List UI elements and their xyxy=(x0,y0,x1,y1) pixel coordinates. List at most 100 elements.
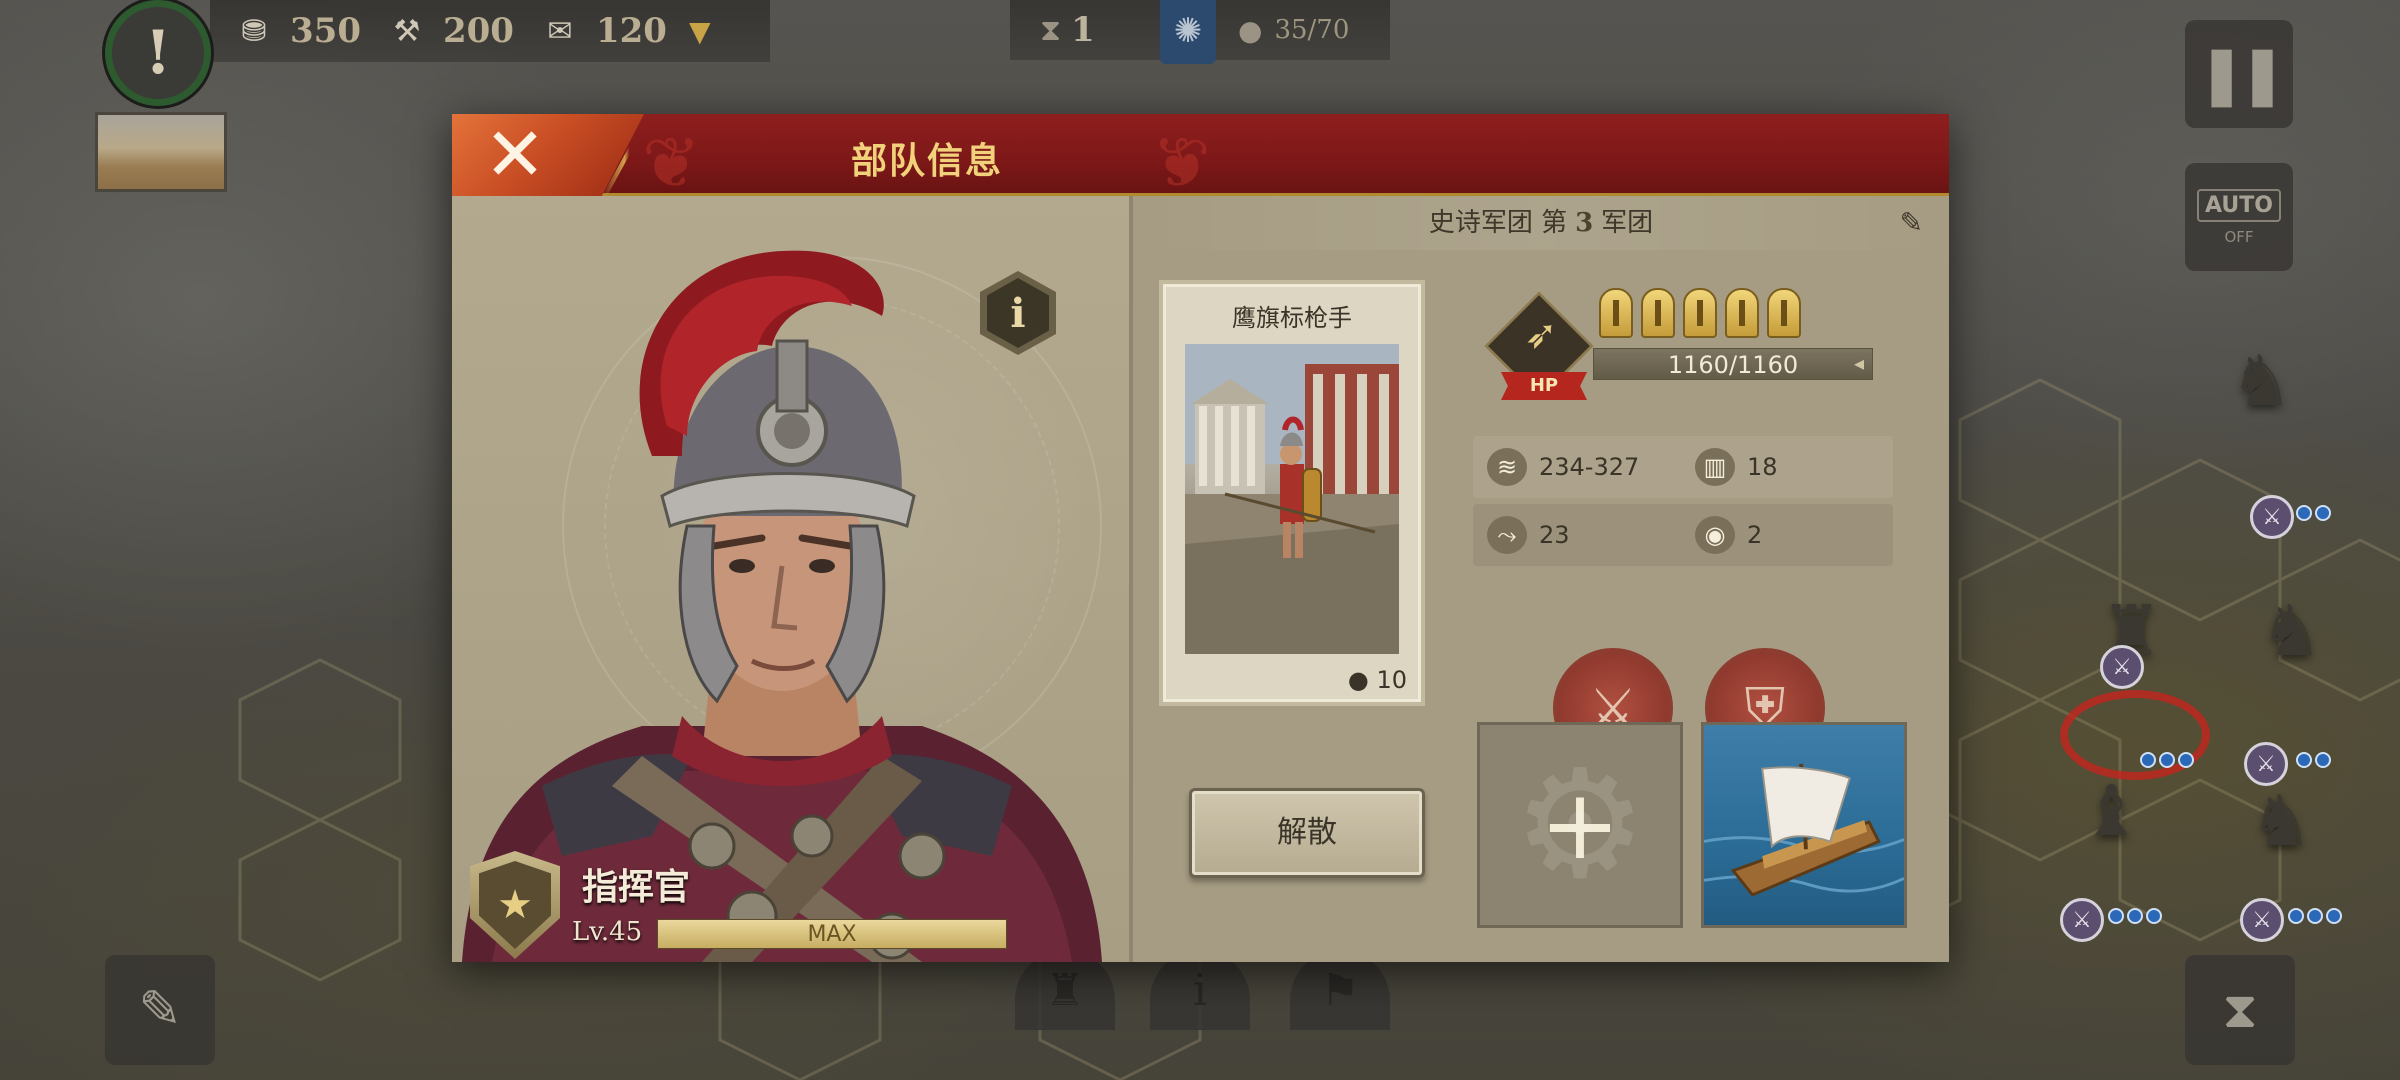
pause-icon: ❚❚ xyxy=(2198,41,2286,107)
stat-attack: ≋ 234-327 xyxy=(1487,448,1639,486)
resource-value: 350 xyxy=(290,11,361,51)
unit-info-dialog: ❦ ❦ 部队信息 ✕ i ★ 指挥官 Lv.45 MAX 史诗军团 第 3 军团… xyxy=(452,114,1949,962)
exclamation-icon: ! xyxy=(144,18,172,88)
stat-value: 2 xyxy=(1747,521,1763,549)
hammer-icon: ⚒ xyxy=(393,13,421,49)
disband-button[interactable]: 解散 xyxy=(1189,788,1425,878)
resource-value: 200 xyxy=(442,11,514,51)
commander-name: 指挥官 xyxy=(582,866,691,908)
resource-value: 120 xyxy=(595,11,667,51)
unit-artwork xyxy=(1185,344,1399,654)
resource-scroll: ✉ 120 xyxy=(536,7,667,55)
alert-button[interactable]: ! xyxy=(105,0,211,106)
legion-prefix: 史诗军团 第 xyxy=(1428,208,1568,238)
star-helmet-icon xyxy=(1641,288,1675,338)
population-counter: ● 35/70 xyxy=(1216,14,1349,47)
turn-counter: ⧗ 1 xyxy=(1010,10,1160,50)
unit-strength-pips xyxy=(2140,752,2194,768)
legion-title: 史诗军团 第 3 军团 xyxy=(1133,196,1949,250)
unit-panel: 史诗军团 第 3 军团 ✎ 鹰旗标枪手 ● 10 ➶ HP 1160/1160 … xyxy=(1129,196,1949,962)
auto-battle-button[interactable]: AUTO OFF xyxy=(2185,163,2293,271)
hp-arrow-icon: ◂ xyxy=(1853,351,1864,375)
coin-icon: ⛃ xyxy=(241,13,267,49)
scroll-icon: ✎ xyxy=(138,980,182,1040)
stat-vision: ◉ 2 xyxy=(1695,516,1762,554)
unit-strength-pips xyxy=(2288,908,2342,924)
cavalry-unit-icon[interactable]: ♞ xyxy=(2250,780,2313,862)
stat-row: ≋ 234-327 ▥ 18 xyxy=(1473,436,1893,498)
cavalry-unit-icon[interactable]: ♞ xyxy=(2260,590,2323,672)
star-helmet-icon xyxy=(1683,288,1717,338)
unit-type-badge-icon: ⚔ xyxy=(2250,495,2294,539)
unit-card[interactable]: 鹰旗标枪手 ● 10 xyxy=(1159,280,1425,706)
stat-defense: ▥ 18 xyxy=(1695,448,1778,486)
legion-number: 3 xyxy=(1575,208,1594,238)
cavalry-unit-icon[interactable]: ♞ xyxy=(2230,340,2293,422)
unit-name: 鹰旗标枪手 xyxy=(1232,304,1352,332)
resource-hammer: ⚒ 200 xyxy=(383,7,514,55)
hp-tag: HP xyxy=(1501,372,1587,400)
hp-value: 1160/1160 xyxy=(1667,351,1799,379)
stat-value: 18 xyxy=(1747,453,1778,481)
defense-icon: ▥ xyxy=(1695,448,1735,486)
turn-value: 1 xyxy=(1071,10,1095,50)
attack-icon: ≋ xyxy=(1487,448,1527,486)
stat-value: 23 xyxy=(1539,521,1570,549)
unit-count: ● 10 xyxy=(1348,666,1407,694)
hourglass-icon: ⧗ xyxy=(1040,12,1062,48)
scroll-menu-button[interactable]: ✎ xyxy=(105,955,215,1065)
star-icon: ★ xyxy=(479,861,551,949)
unit-count-value: 10 xyxy=(1376,666,1407,694)
unit-type-badge-icon: ⚔ xyxy=(2100,645,2144,689)
stat-row: ⤳ 23 ◉ 2 xyxy=(1473,504,1893,566)
unit-strength-pips xyxy=(2296,505,2331,521)
unit-stars xyxy=(1599,288,1801,338)
xp-label: MAX xyxy=(807,922,857,947)
pause-button[interactable]: ❚❚ xyxy=(2185,20,2293,128)
dialog-header: ❦ ❦ 部队信息 xyxy=(452,114,1949,204)
close-icon: ✕ xyxy=(484,112,547,198)
resource-coin: ⛃ 350 xyxy=(230,7,361,55)
commander-level: Lv.45 xyxy=(572,917,643,947)
auto-label: AUTO xyxy=(2197,188,2281,222)
scroll-icon: ✉ xyxy=(547,13,573,49)
unit-type-badge-icon: ⚔ xyxy=(2240,898,2284,942)
stat-value: 234-327 xyxy=(1539,453,1640,481)
unit-hp-block: ➶ HP 1160/1160 ◂ xyxy=(1484,288,1891,408)
commander-panel: i ★ 指挥官 Lv.45 MAX xyxy=(452,196,1129,962)
auto-state-label: OFF xyxy=(2224,227,2254,246)
vision-icon: ◉ xyxy=(1695,516,1735,554)
person-icon: ● xyxy=(1347,666,1369,694)
legion-suffix: 军团 xyxy=(1601,208,1654,238)
population-value: 35/70 xyxy=(1274,15,1350,45)
info-icon: i xyxy=(987,278,1049,348)
movement-icon: ⤳ xyxy=(1487,516,1527,554)
expand-resources-chevron-icon[interactable]: ▼ xyxy=(689,15,711,48)
edit-pencil-icon[interactable]: ✎ xyxy=(1900,206,1923,239)
fort-icon: ♜ xyxy=(1045,964,1085,1016)
terrain-thumbnail[interactable] xyxy=(95,112,227,192)
unit-stats: ≋ 234-327 ▥ 18 ⤳ 23 ◉ 2 xyxy=(1473,436,1893,572)
hp-bar: 1160/1160 ◂ xyxy=(1593,348,1873,380)
unit-strength-pips xyxy=(2108,908,2162,924)
flag-icon: ⚑ xyxy=(1320,964,1360,1016)
star-helmet-icon xyxy=(1599,288,1633,338)
catapult-silhouette-icon: ⚙ xyxy=(1512,738,1648,912)
bow-icon: ➶ xyxy=(1524,312,1558,358)
info-icon: i xyxy=(1192,964,1208,1016)
commander-xp-bar: MAX xyxy=(657,919,1007,949)
star-helmet-icon xyxy=(1725,288,1759,338)
resource-bar: ⛃ 350 ⚒ 200 ✉ 120 ▼ xyxy=(210,0,770,62)
star-helmet-icon xyxy=(1767,288,1801,338)
stat-movement: ⤳ 23 xyxy=(1487,516,1570,554)
hourglass-icon: ⧗ xyxy=(2222,980,2258,1039)
add-equipment-slot[interactable]: ⚙ + xyxy=(1477,722,1683,928)
faction-banner-icon[interactable]: ✺ xyxy=(1160,0,1216,64)
person-icon: ● xyxy=(1238,13,1263,47)
turn-status-bar: ⧗ 1 ✺ ● 35/70 xyxy=(1010,0,1390,64)
unit-strength-pips xyxy=(2296,752,2331,768)
transport-ship-slot[interactable] xyxy=(1701,722,1907,928)
infantry-unit-icon[interactable]: ♝ xyxy=(2080,770,2143,852)
end-turn-button[interactable]: ⧗ xyxy=(2185,955,2295,1065)
unit-type-badge-icon: ⚔ xyxy=(2060,898,2104,942)
